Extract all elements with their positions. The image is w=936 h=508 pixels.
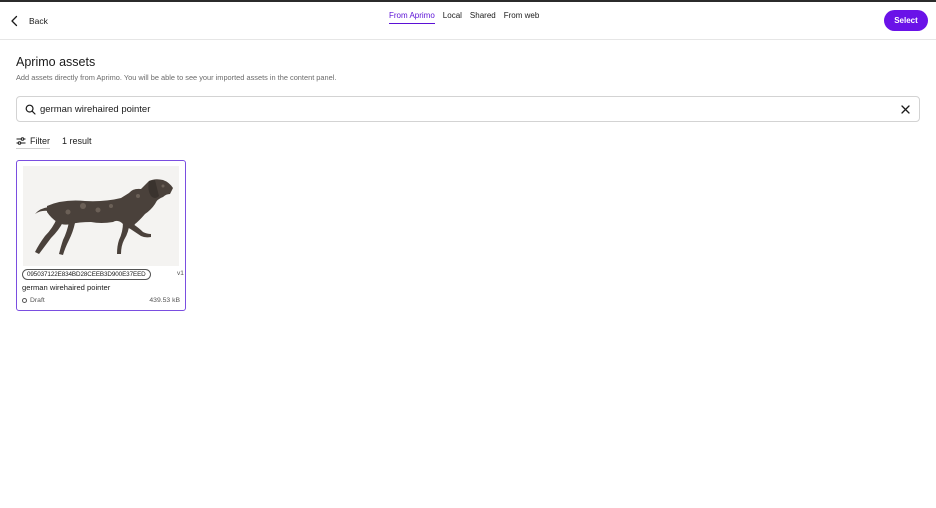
asset-thumbnail [23, 166, 179, 266]
tab-local[interactable]: Local [443, 11, 462, 24]
chevron-left-icon [11, 15, 18, 27]
tab-from-aprimo[interactable]: From Aprimo [389, 11, 435, 24]
asset-id-badge: 095037122E834BD28CEEB3D900E37EED [22, 269, 151, 280]
asset-status-label: Draft [30, 297, 45, 304]
sliders-icon [16, 137, 26, 145]
asset-name: german wirehaired pointer [22, 283, 111, 292]
asset-card[interactable]: 095037122E834BD28CEEB3D900E37EED v1 germ… [16, 160, 186, 311]
search-icon [25, 104, 36, 115]
back-button[interactable]: Back [10, 11, 48, 31]
search-input[interactable] [40, 100, 880, 118]
select-button[interactable]: Select [884, 10, 928, 31]
status-circle-icon [22, 298, 27, 303]
page-title: Aprimo assets [16, 55, 96, 69]
asset-status: Draft [22, 297, 45, 304]
tab-shared[interactable]: Shared [470, 11, 496, 24]
back-label: Back [29, 16, 48, 26]
result-count: 1 result [62, 136, 92, 146]
close-icon[interactable] [900, 104, 911, 115]
filter-button[interactable]: Filter [16, 135, 50, 149]
asset-version: v1 [177, 270, 184, 277]
asset-file-size: 439.53 kB [149, 297, 180, 304]
page-subtitle: Add assets directly from Aprimo. You wil… [16, 73, 337, 82]
dog-image [35, 179, 173, 255]
filter-label: Filter [30, 136, 50, 146]
search-box [16, 96, 920, 122]
tab-from-web[interactable]: From web [504, 11, 540, 24]
header-bar: Back From Aprimo Local Shared From web S… [0, 2, 936, 40]
source-tabs: From Aprimo Local Shared From web [389, 11, 539, 24]
